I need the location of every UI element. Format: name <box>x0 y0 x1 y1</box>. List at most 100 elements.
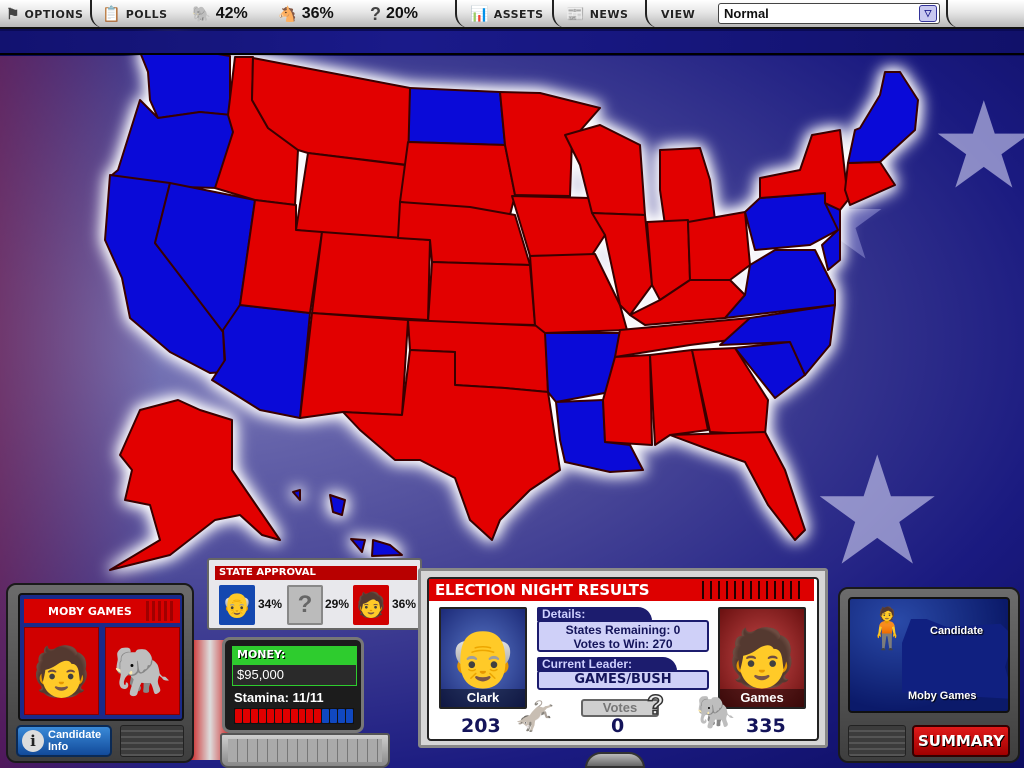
money-value: $95,000 <box>232 664 357 686</box>
chart-board-icon: 📊 <box>470 6 489 23</box>
clipboard-icon: 📋 <box>102 6 121 23</box>
clark-portrait-icon: 👴 <box>448 626 518 689</box>
elephant-icon: 🐘 <box>105 627 180 715</box>
stamina-segment <box>250 709 258 723</box>
state-approval-title: STATE APPROVAL <box>215 566 417 580</box>
stamina-segment <box>274 709 282 723</box>
view-selected-value: Normal <box>724 6 769 21</box>
stamina-segment <box>338 709 346 723</box>
laptop-panel: MONEY: $95,000 Stamina: 11/11 <box>222 637 364 733</box>
state-hawaii[interactable] <box>350 538 366 553</box>
games-portrait-icon: 🧑 <box>727 626 797 689</box>
toolbar-divider <box>552 0 566 28</box>
republican-approval: 36% <box>392 597 417 611</box>
candidate-name-banner: MOBY GAMES <box>24 599 180 623</box>
state-info-screen: 🧍 Candidate Moby Games <box>848 597 1010 713</box>
candidate-tv: MOBY GAMES 🧑 🐘 i Candidate Info <box>6 583 194 763</box>
state-washington[interactable] <box>139 45 231 119</box>
stamina-segment <box>290 709 298 723</box>
question-mark-icon: ? <box>370 3 381 24</box>
speaker-grille <box>120 725 184 757</box>
candidate-info-button[interactable]: i Candidate Info <box>16 725 112 757</box>
state-kansas[interactable] <box>427 261 536 326</box>
democrat-approval: 34% <box>258 597 283 611</box>
results-title-bar: ELECTION NIGHT RESULTS <box>429 579 814 601</box>
undecided-poll: ? 20% <box>370 3 419 24</box>
candidate-screen: MOBY GAMES 🧑 🐘 <box>18 593 184 721</box>
undecided-votes: 0 <box>611 715 625 737</box>
state-alaska[interactable] <box>109 399 281 571</box>
results-title: ELECTION NIGHT RESULTS <box>435 581 650 599</box>
game-screen: ★ ★ ★ <box>0 0 1024 768</box>
right-electoral-votes: 335 <box>746 715 786 737</box>
question-mark-icon: ? <box>646 688 665 721</box>
info-icon: i <box>22 730 44 752</box>
state-massachusetts[interactable] <box>844 161 896 206</box>
current-leader-value: GAMES/BUSH <box>537 670 709 690</box>
state-hawaii[interactable] <box>292 489 301 501</box>
state-new-mexico[interactable] <box>299 312 409 419</box>
votes-to-win: Votes to Win: 270 <box>573 637 673 651</box>
top-toolbar: ⚑ OPTIONS 📋 POLLS 🐘 42% 🐴 36% ? 20% 📊 AS… <box>0 0 1024 29</box>
democrat-poll: 🐴 36% <box>278 5 334 23</box>
toolbar-divider <box>455 0 469 28</box>
state-colorado[interactable] <box>311 231 431 321</box>
chevron-down-icon[interactable]: ▽ <box>919 5 937 22</box>
stamina-segment <box>258 709 266 723</box>
state-wyoming[interactable] <box>295 152 406 241</box>
money-label: MONEY: <box>232 646 357 664</box>
stamina-segment <box>346 709 354 723</box>
stamina-segment <box>330 709 338 723</box>
states-remaining: States Remaining: 0 <box>565 623 681 637</box>
stamina-segment <box>306 709 314 723</box>
stamina-segment <box>298 709 306 723</box>
undecided-approval: 29% <box>325 597 350 611</box>
stamina-label: Stamina: 11/11 <box>234 690 324 705</box>
state-info-line1: Candidate <box>930 625 984 637</box>
candidate-name: MOBY GAMES <box>48 604 132 618</box>
left-electoral-votes: 203 <box>461 715 501 737</box>
title-stripes <box>702 581 802 599</box>
state-florida[interactable] <box>669 431 806 541</box>
stamina-bar <box>234 708 354 724</box>
stamina-segment <box>242 709 250 723</box>
view-dropdown[interactable]: Normal ▽ <box>718 3 940 24</box>
assets-button[interactable]: 📊 ASSETS <box>470 0 544 28</box>
left-candidate-name: Clark <box>441 689 525 707</box>
state-ohio[interactable] <box>687 211 751 281</box>
stamina-segment <box>266 709 274 723</box>
stamina-segment <box>235 709 242 723</box>
state-hawaii[interactable] <box>329 494 346 516</box>
speaker-grille <box>848 725 906 757</box>
options-button[interactable]: ⚑ OPTIONS <box>6 0 83 28</box>
polls-button[interactable]: 📋 POLLS <box>102 0 168 28</box>
stamina-segment <box>282 709 290 723</box>
candidate-portrait: 🧑 <box>24 627 99 715</box>
republican-candidate-face: 🧑 <box>353 585 389 625</box>
board-stand <box>585 752 645 768</box>
state-michigan[interactable] <box>659 147 716 226</box>
state-hawaii[interactable] <box>371 539 403 557</box>
state-maine[interactable] <box>847 71 919 164</box>
state-info-line2: Moby Games <box>908 690 977 702</box>
candidate-figure-icon: 🧍 <box>862 607 912 651</box>
banner-stripes <box>146 601 176 621</box>
donkey-icon: 🫏 <box>515 698 555 734</box>
republican-poll: 🐘 42% <box>192 5 248 23</box>
state-info-tv: 🧍 Candidate Moby Games SUMMARY <box>838 587 1020 763</box>
flag-icon: ⚑ <box>6 6 20 23</box>
toolbar-divider <box>645 0 659 28</box>
left-candidate-portrait: 👴 Clark <box>439 607 527 709</box>
elephant-icon: 🐘 <box>192 6 211 23</box>
toolbar-divider <box>946 0 960 28</box>
view-label: VIEW <box>661 7 696 21</box>
details-box: States Remaining: 0 Votes to Win: 270 <box>537 620 709 652</box>
democrat-candidate-face: 👴 <box>219 585 255 625</box>
newspaper-icon: 📰 <box>566 6 585 23</box>
election-results-board: ELECTION NIGHT RESULTS 👴 Clark 🧑 Games D… <box>418 568 828 748</box>
news-button[interactable]: 📰 NEWS <box>566 0 628 28</box>
header-band <box>0 31 1024 55</box>
state-approval-panel: STATE APPROVAL 👴 34% ? 29% 🧑 36% <box>207 558 422 630</box>
state-north-dakota[interactable] <box>407 87 506 146</box>
summary-button[interactable]: SUMMARY <box>912 725 1010 757</box>
